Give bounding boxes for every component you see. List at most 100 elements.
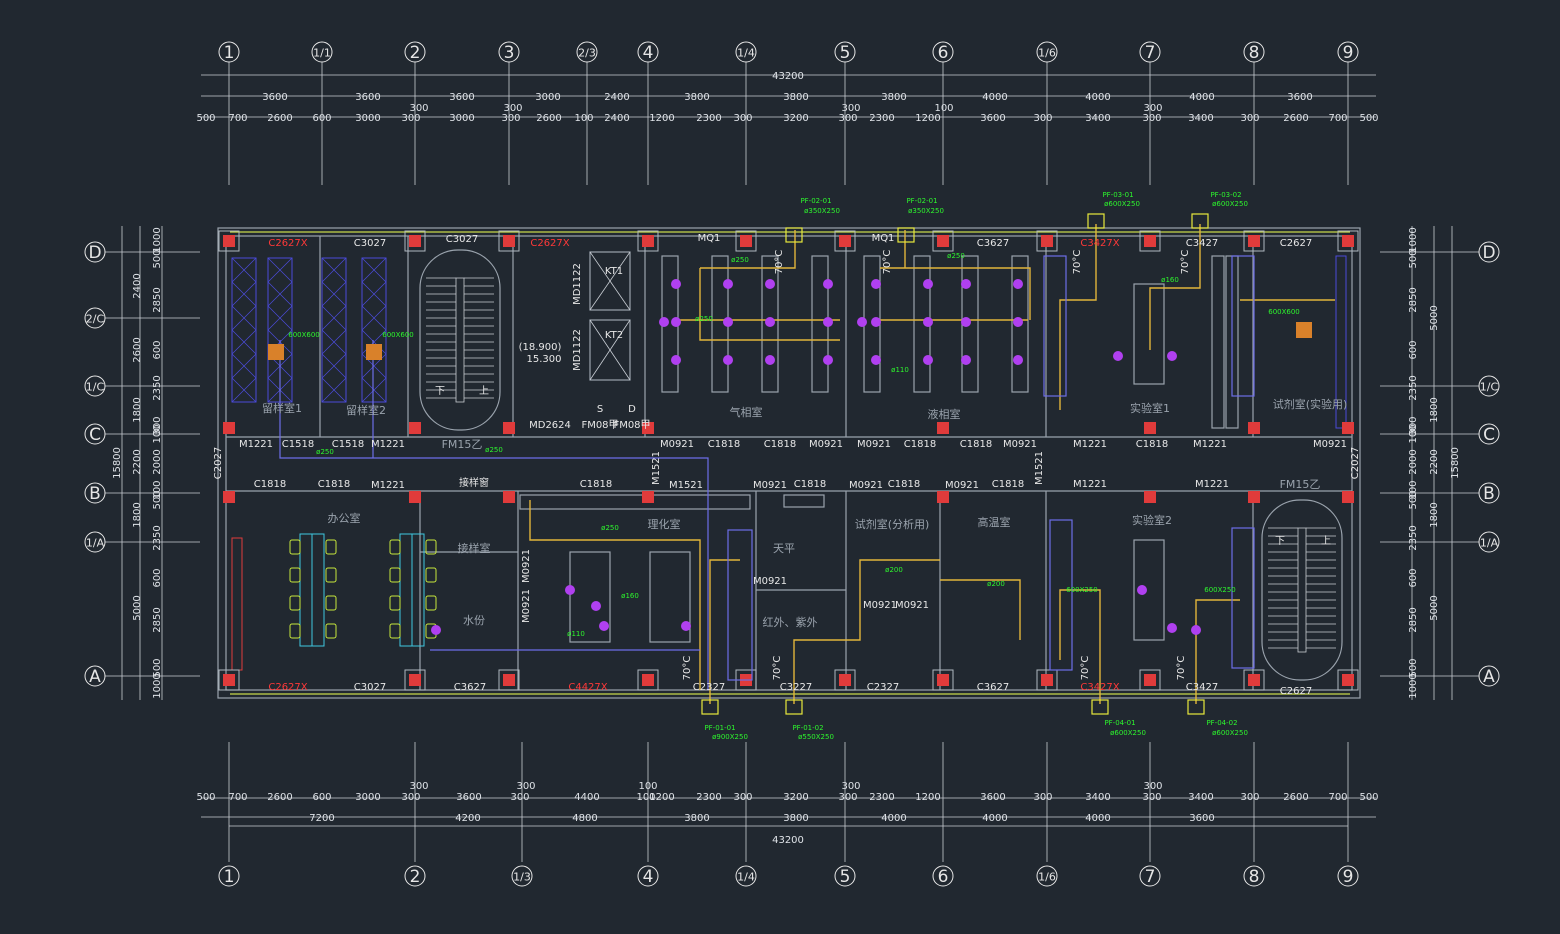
exhaust-hood [1043,255,1067,397]
column-core [1342,422,1354,434]
column-core [1144,422,1156,434]
dimension-value: 3600 [262,92,287,103]
door-tag: FM15乙 [1280,478,1321,491]
dimension-value: 300 [510,792,529,803]
window-tag: C2627 [1280,238,1312,249]
dimension-value: 1000 [152,673,163,698]
door-tag: M0921 [895,600,929,611]
axis-label: C [1483,425,1495,445]
window-tag: C4427X [568,682,607,693]
axis-label: A [89,667,101,687]
diffuser [923,279,933,289]
door-tag: M1221 [371,439,405,450]
diffuser [431,625,441,635]
door-tag: C1818 [580,479,612,490]
diffuser [671,317,681,327]
elevator-label: KT2 [605,330,623,341]
diffuser [1167,351,1177,361]
column-core [839,235,851,247]
axis-label: 4 [643,867,654,887]
duct-note: ø250 [731,256,749,264]
dimension-value: 3400 [1188,113,1213,124]
room-name: 留样室1 [262,401,302,415]
column-core [223,422,235,434]
door-tag: M0921 [849,480,883,491]
door-tag: M0921 [521,549,532,583]
fan-size: ø900X250 [712,733,748,741]
door-tag: M0921 [1313,439,1347,450]
axis-label: 9 [1343,43,1354,63]
window-tag: C2627X [530,238,569,249]
axis-label: 2/3 [578,47,596,60]
room-name: 接样窗 [459,476,489,489]
fire-damper-tag: 70°C [1180,250,1191,275]
chair [325,623,337,639]
door-tag: M0921 [1003,439,1037,450]
duct-note: 600X600 [288,331,320,339]
dimension-value: 5000 [1429,595,1440,620]
stair-treads [426,277,494,403]
axis-label: 1/C [1480,381,1499,394]
column-core [223,235,235,247]
dimension-value: 300 [1033,792,1052,803]
dimension-value: 3000 [355,113,380,124]
diffuser [1113,351,1123,361]
diffusers [431,279,1201,635]
diffuser [1191,625,1201,635]
stair-label: 下 [435,386,445,397]
duct-note: ø200 [987,580,1005,588]
chair [289,623,301,639]
axis-label: 9 [1343,867,1354,887]
door-tag: M0921 [857,439,891,450]
column-core [1342,674,1354,686]
shaft-label: S [597,404,603,415]
column-core [1248,674,1260,686]
dimension-value: 300 [409,103,428,114]
dimension-lines: 43200 43200 3600 3600 3600 3000 2400 3800 3800 38… [105,62,1479,862]
column-core [1041,674,1053,686]
duct-note: ø160 [1161,276,1179,284]
door-tag: C1818 [764,439,796,450]
diffuser [723,279,733,289]
diffuser [871,355,881,365]
window-tag: C3627 [977,682,1009,693]
rack [231,257,257,403]
shaft-label: D [628,404,636,415]
dimension-value: 4000 [1085,92,1110,103]
diffuser [961,279,971,289]
diffuser [681,621,691,631]
dimension-value: 4200 [455,813,480,824]
dimension-value: 1200 [649,113,674,124]
dimension-value: 100 [1408,424,1419,443]
dimension-value: 300 [401,113,420,124]
exhaust-hood [1231,527,1255,669]
stair-label: 下 [1275,536,1285,547]
diffuser [823,317,833,327]
stair-core [419,249,501,431]
dimension-value: 2850 [152,287,163,312]
office-desks [289,533,437,647]
dimension-value: 4000 [881,813,906,824]
column-core [839,674,851,686]
dimension-value: 2350 [1408,525,1419,550]
dimension-value: 2350 [152,375,163,400]
room-name: 红外、紫外 [763,616,818,629]
room-name: 试剂室(实验用) [1273,397,1348,411]
cad-drawing: 43200 43200 3600 3600 3600 3000 2400 3800 3800 38… [0,0,1560,930]
axis-label: 1/6 [1038,47,1056,60]
duct-note: 600X250 [1204,586,1236,594]
dimension-value: 2850 [1408,607,1419,632]
dimension-value: 3800 [881,92,906,103]
dimension-value: 600 [312,792,331,803]
dimension-value: 4000 [1189,92,1214,103]
fire-damper-tag: 70°C [774,250,785,275]
dimension-value: 300 [1143,103,1162,114]
axis-label: 1/4 [737,871,755,884]
window-tag: C2327 [693,682,725,693]
chair [325,567,337,583]
dimension-value: 300 [841,781,860,792]
dimension-value: 300 [501,113,520,124]
diffuser [671,355,681,365]
chair [289,567,301,583]
rack-frame [231,257,257,403]
